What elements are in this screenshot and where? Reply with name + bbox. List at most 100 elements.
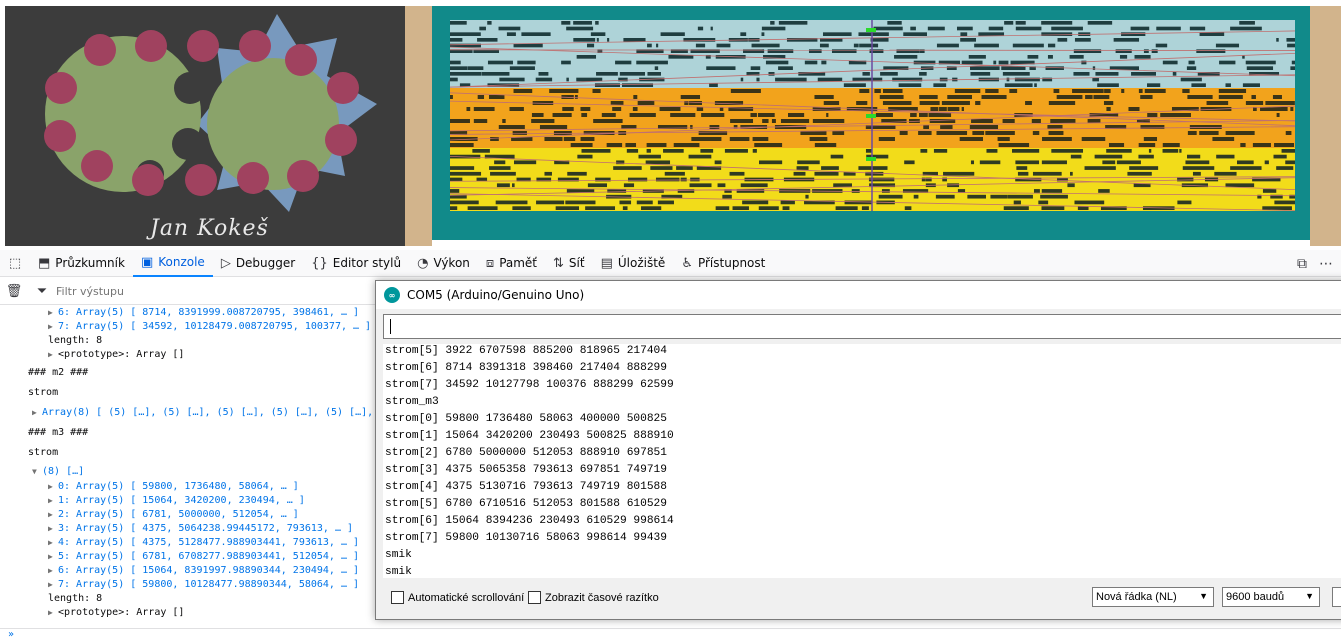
dock-options-icon[interactable]: ⧉	[1297, 256, 1307, 272]
tab-accessibility[interactable]: ♿ Přístupnost	[673, 250, 773, 277]
collapsed-arrow-icon[interactable]: ▶	[48, 606, 58, 620]
tab-performance[interactable]: ◔ Výkon	[409, 250, 478, 277]
devtools-toolbar: ⬚ ⬒ Průzkumník ▣ Konzole ▷ Debugger {} Editor s…	[0, 250, 1341, 277]
tab-label: Přístupnost	[697, 256, 766, 270]
memory-icon: ⧈	[485, 255, 495, 271]
tab-label: Výkon	[433, 256, 470, 270]
tab-network[interactable]: ⇅ Síť	[545, 250, 593, 277]
filter-output-input[interactable]	[56, 284, 306, 298]
tab-memory[interactable]: ⧈ Paměť	[478, 250, 545, 277]
tan-margin-left	[405, 6, 432, 246]
collapsed-arrow-icon[interactable]: ▶	[48, 348, 58, 362]
console-message: length: 8	[48, 334, 102, 348]
collapsed-arrow-icon[interactable]: ▶	[48, 508, 58, 522]
baud-rate-select[interactable]: 9600 baudů ▼	[1222, 587, 1320, 607]
console-tree-row[interactable]: ▶ <prototype>: Array []	[48, 606, 184, 620]
line-ending-select[interactable]: Nová řádka (NL) ▼	[1092, 587, 1214, 607]
tab-console[interactable]: ▣ Konzole	[132, 250, 213, 277]
console-message: strom	[28, 386, 58, 400]
tab-label: Síť	[568, 256, 585, 270]
console-output: ▶ 6: Array(5) [ 8714, 8391999.008720795, …	[0, 306, 375, 628]
console-tree-row[interactable]: ▶ 5: Array(5) [ 6781, 6708277.988903441, …	[48, 550, 359, 564]
serial-line: strom[6] 15064 8394236 230493 610529 998…	[385, 515, 674, 527]
tab-inspector[interactable]: ⬒ Průzkumník	[30, 250, 133, 277]
console-tree-row[interactable]: ▶ 7: Array(5) [ 59800, 10128477.98890344,…	[48, 578, 359, 592]
serial-line: smik	[385, 566, 412, 578]
serial-line: strom[7] 59800 10130716 58063 998614 994…	[385, 532, 667, 544]
collapsed-arrow-icon[interactable]: ▶	[48, 320, 58, 334]
serial-window-title: COM5 (Arduino/Genuino Uno)	[407, 288, 585, 302]
tab-debugger[interactable]: ▷ Debugger	[213, 250, 303, 277]
baud-rate-value: 9600 baudů	[1226, 591, 1285, 603]
tab-label: Editor stylů	[332, 256, 402, 270]
serial-line: strom[2] 6780 5000000 512053 888910 6978…	[385, 447, 667, 459]
chevron-down-icon: ▼	[1305, 591, 1314, 601]
line-ending-value: Nová řádka (NL)	[1096, 591, 1177, 603]
performance-icon: ◔	[417, 255, 429, 271]
signature: Jan Kokeš	[150, 216, 269, 241]
collapsed-arrow-icon[interactable]: ▶	[48, 494, 58, 508]
timestamp-checkbox[interactable]: Zobrazit časové razítko	[528, 591, 659, 604]
tab-style-editor[interactable]: {} Editor stylů	[303, 250, 409, 277]
console-line-text: 4: Array(5) [ 4375, 5128477.988903441, 7…	[58, 537, 360, 548]
gear-canvas: Jan Kokeš	[5, 6, 405, 246]
serial-line: smik	[385, 549, 412, 561]
console-line-text: 6: Array(5) [ 15064, 8391997.98890344, 2…	[58, 565, 360, 576]
collapsed-arrow-icon[interactable]: ▶	[48, 306, 58, 320]
autoscroll-checkbox[interactable]: Automatické scrollování	[391, 591, 524, 604]
serial-titlebar[interactable]: ∞ COM5 (Arduino/Genuino Uno)	[376, 281, 1341, 309]
filter-icon[interactable]: ⏷	[28, 284, 56, 299]
console-tree-row[interactable]: ▶ 3: Array(5) [ 4375, 5064238.99445172, 7…	[48, 522, 353, 536]
tab-label: Úložiště	[617, 256, 666, 270]
serial-monitor-window: ∞ COM5 (Arduino/Genuino Uno) strom[5] 39…	[375, 280, 1341, 620]
console-tree-row[interactable]: ▼ (8) […]	[32, 465, 84, 479]
collapsed-arrow-icon[interactable]: ▶	[48, 480, 58, 494]
console-icon: ▣	[140, 254, 154, 270]
storage-icon: ▤	[600, 255, 613, 271]
console-filter-bar: 🗑 ⏷	[0, 278, 375, 305]
network-icon: ⇅	[553, 255, 564, 271]
collapsed-arrow-icon[interactable]: ▶	[48, 564, 58, 578]
console-line-text: 7: Array(5) [ 34592, 10128479.008720795,…	[58, 321, 372, 332]
serial-line: strom[6] 8714 8391318 398460 217404 8882…	[385, 362, 667, 374]
collapsed-arrow-icon[interactable]: ▶	[48, 536, 58, 550]
element-picker-icon: ⬚	[8, 255, 22, 271]
console-tree-row[interactable]: ▶ 0: Array(5) [ 59800, 1736480, 58064, … …	[48, 480, 299, 494]
serial-send-input[interactable]	[383, 314, 1341, 339]
console-tree-row[interactable]: ▶ 6: Array(5) [ 15064, 8391997.98890344, …	[48, 564, 359, 578]
console-line-text: 1: Array(5) [ 15064, 3420200, 230494, … …	[58, 495, 305, 506]
serial-output[interactable]: strom[5] 3922 6707598 885200 818965 2174…	[383, 344, 1341, 578]
tab-label: Paměť	[499, 256, 538, 270]
more-options-icon[interactable]: ⋯	[1319, 256, 1333, 272]
gear-notch	[172, 128, 204, 160]
style-editor-icon: {}	[311, 255, 328, 271]
expanded-arrow-icon[interactable]: ▼	[32, 465, 42, 479]
console-tree-row[interactable]: ▶ Array(8) [ (5) […], (5) […], (5) […], (…	[32, 406, 375, 420]
clear-output-button[interactable]	[1332, 587, 1341, 607]
console-tree-row[interactable]: ▶ 7: Array(5) [ 34592, 10128479.008720795…	[48, 320, 371, 334]
element-picker-button[interactable]: ⬚	[0, 250, 30, 277]
screen: Jan Kokeš ⬚ ⬒ Průzkumník ▣ Konzole ▷ Debugger…	[0, 0, 1341, 640]
serial-line: strom[1] 15064 3420200 230493 500825 888…	[385, 430, 674, 442]
console-tree-row[interactable]: ▶ 6: Array(5) [ 8714, 8391999.008720795, …	[48, 306, 359, 320]
console-tree-row[interactable]: ▶ <prototype>: Array []	[48, 348, 184, 362]
console-tree-row[interactable]: ▶ 4: Array(5) [ 4375, 5128477.988903441, …	[48, 536, 359, 550]
waveform-visualization	[450, 20, 1295, 211]
console-line-text: 7: Array(5) [ 59800, 10128477.98890344, …	[58, 579, 360, 590]
collapsed-arrow-icon[interactable]: ▶	[48, 578, 58, 592]
console-tree-row[interactable]: ▶ 1: Array(5) [ 15064, 3420200, 230494, ……	[48, 494, 305, 508]
console-line-text: strom	[28, 447, 59, 458]
console-input-row[interactable]: »	[0, 628, 1341, 640]
tab-storage[interactable]: ▤ Úložiště	[593, 250, 674, 277]
inspector-icon: ⬒	[38, 255, 51, 271]
collapsed-arrow-icon[interactable]: ▶	[48, 522, 58, 536]
tab-label: Průzkumník	[55, 256, 125, 270]
checkbox-box	[391, 591, 404, 604]
console-tree-row[interactable]: ▶ 2: Array(5) [ 6781, 5000000, 512054, … …	[48, 508, 299, 522]
collapsed-arrow-icon[interactable]: ▶	[32, 406, 42, 420]
console-line-text: 0: Array(5) [ 59800, 1736480, 58064, … ]	[58, 481, 299, 492]
console-message: strom	[28, 446, 58, 460]
console-line-text: (8) […]	[42, 466, 85, 477]
collapsed-arrow-icon[interactable]: ▶	[48, 550, 58, 564]
trash-icon[interactable]: 🗑	[0, 284, 28, 299]
